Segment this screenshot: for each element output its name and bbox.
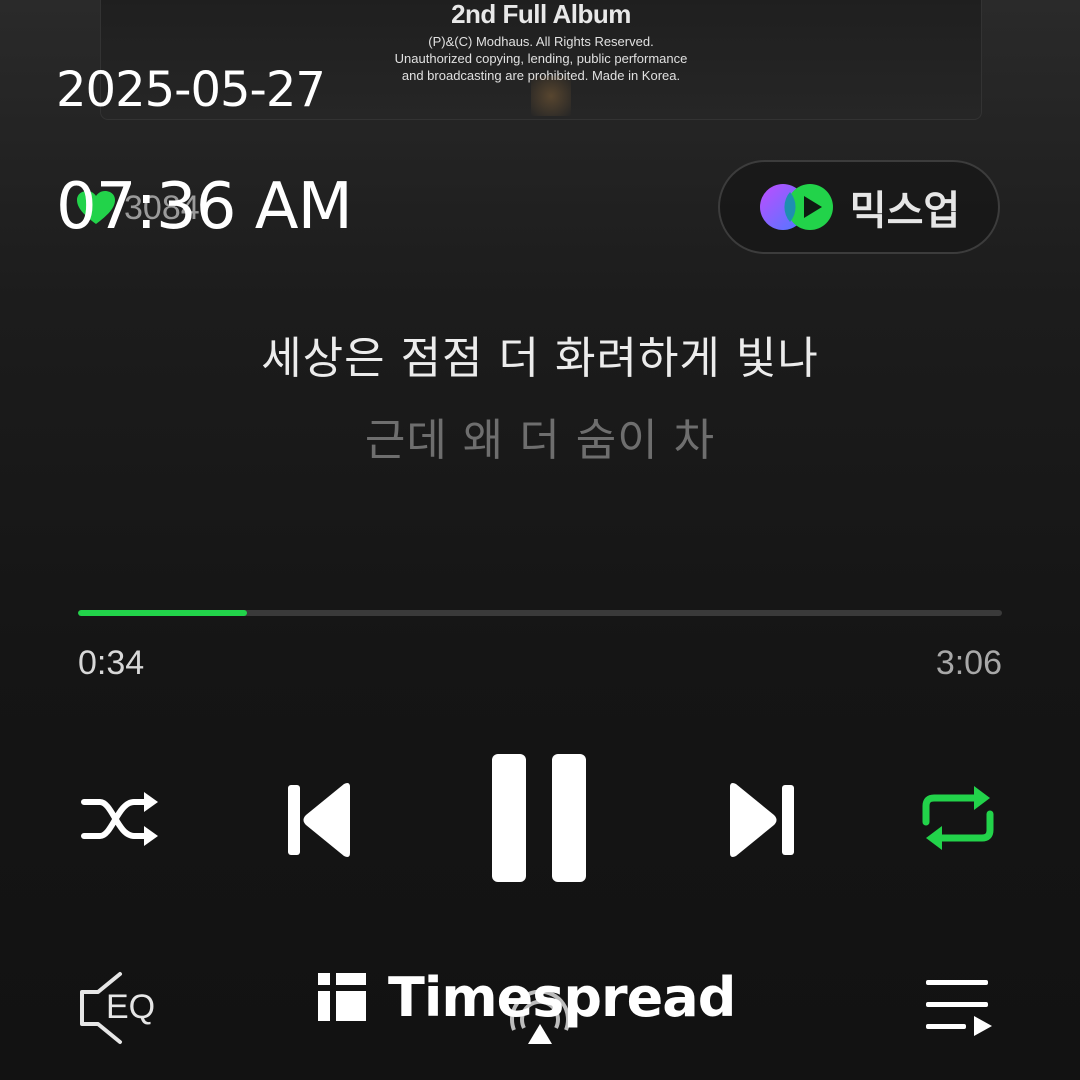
elapsed-time: 0:34 — [78, 644, 145, 682]
album-art-highlight — [531, 76, 571, 116]
next-button[interactable] — [724, 775, 804, 865]
progress-bar[interactable] — [78, 610, 1002, 616]
copyright-line: (P)&(C) Modhaus. All Rights Reserved. — [428, 34, 654, 49]
repeat-button[interactable] — [918, 780, 998, 856]
skip-next-icon — [730, 783, 794, 857]
mixup-logo-icon — [759, 184, 833, 230]
shuffle-button[interactable] — [78, 782, 162, 856]
pause-icon — [492, 754, 586, 882]
shuffle-icon — [81, 792, 158, 846]
timespread-logo-icon — [318, 973, 366, 1021]
previous-button[interactable] — [280, 775, 360, 865]
mixup-label: 믹스업 — [849, 188, 961, 234]
eq-label: EQ — [106, 988, 156, 1026]
skip-previous-icon — [288, 783, 350, 857]
lyric-next-line[interactable]: 근데 왜 더 숨이 차 — [0, 404, 1080, 468]
overlay-date: 2025-05-27 — [56, 62, 326, 118]
overlay-time: 07:36 AM — [56, 170, 353, 244]
album-title: 2nd Full Album — [451, 0, 631, 29]
watermark: Timespread — [316, 964, 736, 1030]
total-time: 3:06 — [935, 644, 1002, 682]
eq-button[interactable]: EQ — [76, 968, 172, 1048]
watermark-text: Timespread — [388, 965, 736, 1029]
playlist-button[interactable] — [922, 974, 996, 1040]
lyric-current-line[interactable]: 세상은 점점 더 화려하게 빛나 — [0, 322, 1080, 386]
progress-fill — [78, 610, 248, 616]
pause-button[interactable] — [488, 750, 592, 886]
mixup-button[interactable]: 믹스업 — [718, 160, 1000, 254]
repeat-icon — [922, 786, 994, 850]
playlist-icon — [926, 980, 992, 1036]
